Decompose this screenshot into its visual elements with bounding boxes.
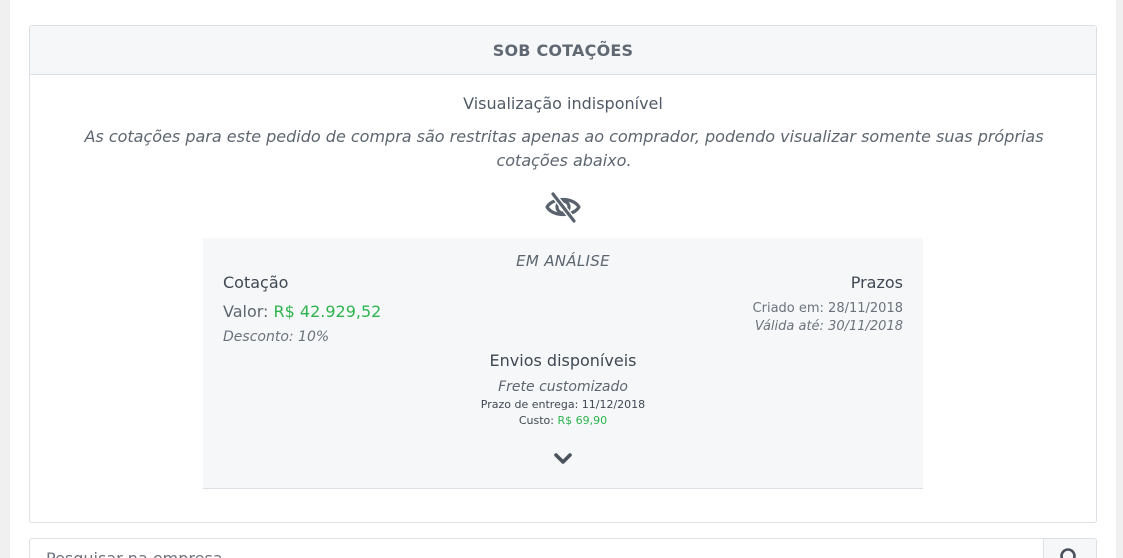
shipping-cost: Custo: R$ 69,90 bbox=[203, 414, 923, 427]
search-bar bbox=[29, 538, 1097, 558]
page-background: SOB COTAÇÕES Visualização indisponível A… bbox=[10, 0, 1116, 558]
valid-until-date: Válida até: 30/11/2018 bbox=[754, 319, 903, 334]
quote-title: Cotação bbox=[223, 273, 289, 292]
quote-value-label: Valor: bbox=[223, 302, 269, 321]
deadlines-title: Prazos bbox=[850, 273, 903, 292]
delivery-deadline: Prazo de entrega: 11/12/2018 bbox=[480, 398, 646, 411]
quotes-card: SOB COTAÇÕES Visualização indisponível A… bbox=[29, 25, 1097, 523]
shipping-title: Envios disponíveis bbox=[489, 351, 637, 370]
search-input[interactable] bbox=[30, 539, 1043, 558]
quote-value: Valor: R$ 42.929,52 bbox=[223, 302, 381, 321]
eye-slash-icon bbox=[545, 191, 581, 224]
shipping-cost-amount: R$ 69,90 bbox=[557, 414, 608, 427]
shipping-section: Envios disponíveis Frete customizado Pra… bbox=[203, 351, 923, 427]
chevron-down-icon[interactable] bbox=[553, 452, 573, 466]
shipping-cost-label: Custo: bbox=[518, 414, 554, 427]
search-button[interactable] bbox=[1043, 539, 1096, 558]
quote-deadlines: Prazos Criado em: 28/11/2018 Válida até:… bbox=[753, 273, 903, 334]
quote-value-amount: R$ 42.929,52 bbox=[273, 302, 382, 321]
quote-status: EM ANÁLISE bbox=[516, 252, 610, 270]
shipping-method: Frete customizado bbox=[498, 379, 628, 395]
card-header: SOB COTAÇÕES bbox=[30, 26, 1096, 75]
quote-discount: Desconto: 10% bbox=[223, 329, 330, 345]
card-header-title: SOB COTAÇÕES bbox=[492, 40, 634, 60]
created-date: Criado em: 28/11/2018 bbox=[752, 301, 903, 316]
quote-panel: EM ANÁLISE Cotação Valor: R$ 42.929,52 D… bbox=[203, 238, 923, 489]
search-icon bbox=[1060, 548, 1076, 558]
quote-summary: Cotação Valor: R$ 42.929,52 Desconto: 10… bbox=[223, 273, 381, 345]
unavailable-description: As cotações para este pedido de compra s… bbox=[84, 127, 1044, 170]
unavailable-title: Visualização indisponível bbox=[463, 94, 663, 113]
